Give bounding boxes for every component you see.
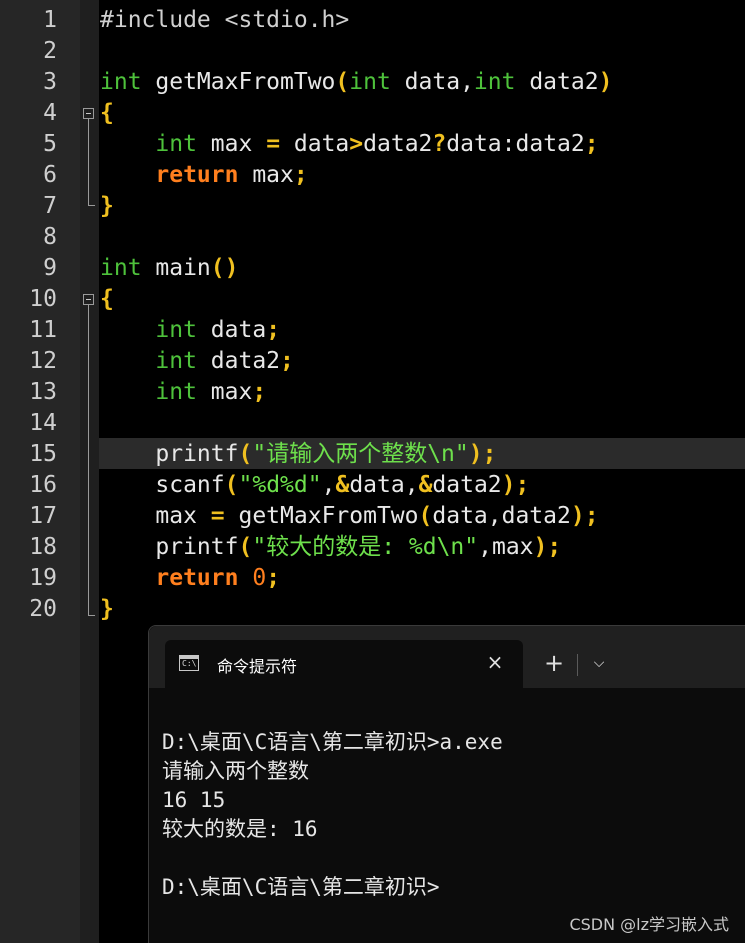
- code-line-5: int max = data>data2?data:data2;: [155, 131, 599, 157]
- line-number: 14: [29, 410, 57, 436]
- watermark: CSDN @lz学习嵌入式: [569, 915, 729, 934]
- line-number: 5: [43, 131, 57, 157]
- close-icon[interactable]: ×: [481, 648, 509, 676]
- line-number: 9: [43, 255, 57, 281]
- line-number: 2: [43, 38, 57, 64]
- code-line-12: int data2;: [155, 348, 294, 374]
- terminal-line: 请输入两个整数: [162, 759, 309, 783]
- code-line-7: }: [100, 193, 114, 219]
- fold-collapse-icon[interactable]: [83, 108, 94, 119]
- new-tab-button[interactable]: +: [539, 648, 569, 678]
- line-number: 10: [29, 286, 57, 312]
- fold-range-line: [88, 119, 89, 205]
- fold-collapse-icon[interactable]: [83, 294, 94, 305]
- tab-title: 命令提示符: [217, 657, 298, 676]
- code-line-11: int data;: [155, 317, 281, 343]
- cmd-icon: C:\: [179, 655, 199, 671]
- line-number: 19: [29, 565, 57, 591]
- code-line-4: {: [100, 100, 114, 126]
- line-number: 6: [43, 162, 57, 188]
- chevron-down-icon[interactable]: ⌵: [587, 650, 611, 676]
- code-line-10: {: [100, 286, 114, 312]
- code-line-9: int main(): [100, 255, 239, 281]
- terminal-line: D:\桌面\C语言\第二章初识>a.exe: [162, 730, 503, 754]
- line-number: 4: [43, 100, 57, 126]
- code-line-17: max = getMaxFromTwo(data,data2);: [155, 503, 599, 529]
- code-line-19: return 0;: [155, 565, 281, 591]
- terminal-line: D:\桌面\C语言\第二章初识>: [162, 875, 440, 899]
- fold-end-marker: [88, 205, 95, 206]
- line-number: 18: [29, 534, 57, 560]
- terminal-line: 16 15: [162, 788, 226, 812]
- line-number: 1: [43, 7, 57, 33]
- code-line-6: return max;: [155, 162, 308, 188]
- terminal-tab[interactable]: C:\ 命令提示符 ×: [165, 640, 523, 688]
- code-line-20: }: [100, 596, 114, 622]
- line-number: 16: [29, 472, 57, 498]
- code-line-18: printf("较大的数是: %d\n",max);: [155, 534, 562, 560]
- code-line-13: int max;: [155, 379, 267, 405]
- terminal-line: 较大的数是: 16: [162, 817, 318, 841]
- code-line-3: int getMaxFromTwo(int data,int data2): [100, 69, 613, 95]
- line-number: 12: [29, 348, 57, 374]
- line-number: 17: [29, 503, 57, 529]
- line-number: 15: [29, 441, 57, 467]
- line-number: 7: [43, 193, 57, 219]
- code-line-1: #include <stdio.h>: [100, 7, 350, 33]
- line-number: 13: [29, 379, 57, 405]
- terminal-window[interactable]: C:\ 命令提示符 × + ⌵ D:\桌面\C语言\第二章初识>a.exe 请输…: [148, 625, 745, 943]
- fold-range-line: [88, 305, 89, 615]
- line-number: 8: [43, 224, 57, 250]
- code-line-16: scanf("%d%d",&data,&data2);: [155, 472, 530, 498]
- line-number: 3: [43, 69, 57, 95]
- line-number: 11: [29, 317, 57, 343]
- line-number: 20: [29, 596, 57, 622]
- terminal-tab-bar: C:\ 命令提示符 × + ⌵: [149, 626, 745, 688]
- fold-end-marker: [88, 615, 95, 616]
- tab-divider: [577, 654, 578, 676]
- code-line-15: printf("请输入两个整数\n");: [155, 441, 497, 467]
